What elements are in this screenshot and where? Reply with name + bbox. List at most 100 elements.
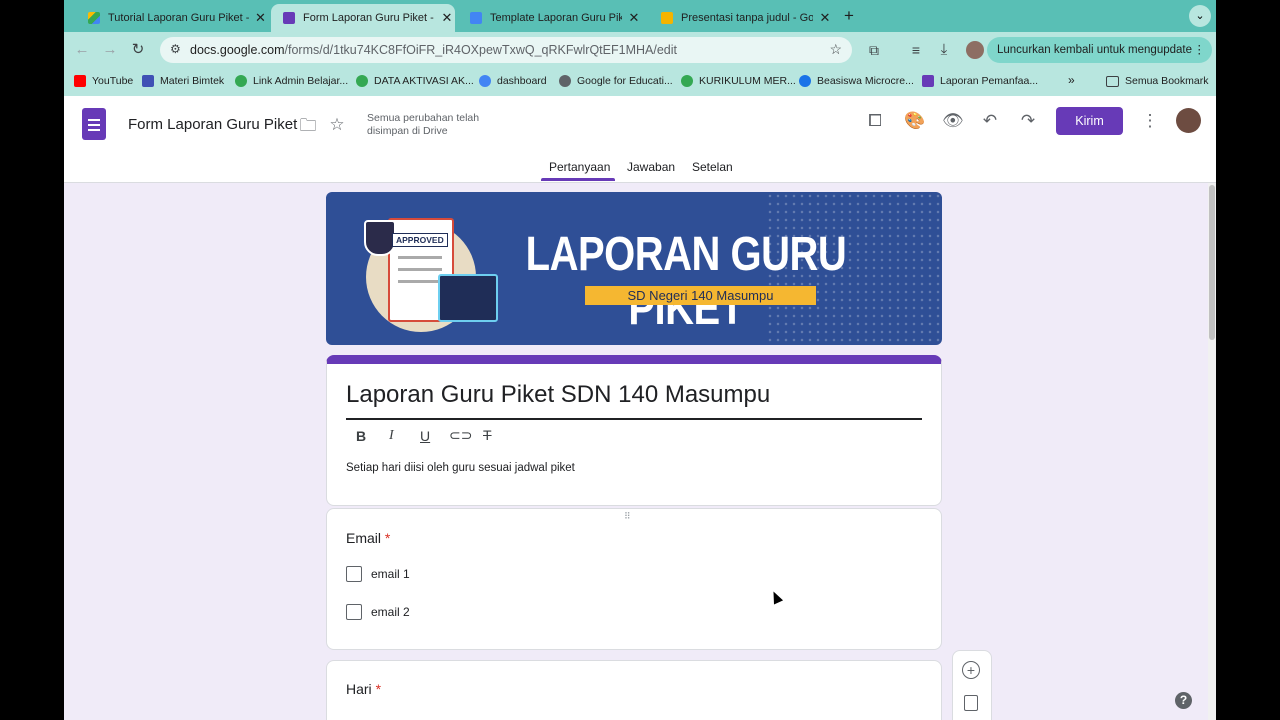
preview-eye-icon[interactable]: 👁 xyxy=(942,111,964,131)
star-icon[interactable]: ☆ xyxy=(327,115,347,135)
browser-tab-tutorial[interactable]: Tutorial Laporan Guru Piket - ✕ xyxy=(76,4,268,32)
help-icon[interactable]: ? xyxy=(1175,692,1192,709)
bookmarks-bar: YouTube Materi Bimtek Link Admin Belajar… xyxy=(64,68,1216,96)
bookmark-icon xyxy=(479,75,491,87)
forms-logo-icon[interactable] xyxy=(82,108,106,140)
underline-icon[interactable]: U xyxy=(420,428,430,444)
palette-icon[interactable]: 🎨 xyxy=(904,111,925,131)
tab-jawaban[interactable]: Jawaban xyxy=(627,160,675,174)
bold-icon[interactable]: B xyxy=(356,428,366,444)
italic-icon[interactable]: I xyxy=(389,428,394,444)
scrollbar-thumb[interactable] xyxy=(1209,185,1215,340)
site-info-icon[interactable]: ⚙ xyxy=(170,42,181,56)
bookmark-materi[interactable]: Materi Bimtek xyxy=(142,75,224,87)
option-label: email 1 xyxy=(371,567,410,581)
browser-tab-template[interactable]: Template Laporan Guru Piket ✕ xyxy=(458,4,644,32)
bookmark-beasiswa[interactable]: Beasiswa Microcre... xyxy=(799,75,914,87)
question-card-hari[interactable]: Hari * xyxy=(326,660,942,720)
close-tab-icon[interactable]: ✕ xyxy=(626,10,642,26)
checkbox[interactable] xyxy=(346,604,362,620)
form-title-input[interactable]: Laporan Guru Piket SDN 140 Masumpu xyxy=(346,381,922,420)
banner-heading: LAPORAN GURU PIKET xyxy=(525,228,847,335)
back-icon[interactable]: ← xyxy=(72,40,92,60)
clear-format-icon[interactable]: T xyxy=(483,427,492,443)
url-host: docs.google.com xyxy=(190,43,285,57)
drag-handle-icon[interactable]: ⠿ xyxy=(624,511,632,522)
redo-icon[interactable]: ↷ xyxy=(1018,111,1038,131)
add-question-icon[interactable]: + xyxy=(962,661,980,679)
form-description[interactable]: Setiap hari diisi oleh guru sesuai jadwa… xyxy=(346,462,575,474)
tab-strip: Tutorial Laporan Guru Piket - ✕ Form Lap… xyxy=(64,0,1216,32)
forms-icon xyxy=(283,12,295,24)
question-title: Email xyxy=(346,530,382,546)
required-mark: * xyxy=(384,530,391,546)
banner-subheading: SD Negeri 140 Masumpu xyxy=(585,286,816,305)
tab-setelan[interactable]: Setelan xyxy=(692,160,733,174)
undo-icon[interactable]: ↶ xyxy=(980,111,1000,131)
active-tab-indicator xyxy=(541,178,615,181)
youtube-icon xyxy=(74,75,86,87)
close-tab-icon[interactable]: ✕ xyxy=(253,10,268,26)
tab-search-icon[interactable]: ⌄ xyxy=(1189,5,1211,27)
download-icon[interactable]: ⤓ xyxy=(934,40,954,60)
profile-avatar[interactable] xyxy=(966,41,984,59)
monitor-illustration xyxy=(438,274,498,322)
bookmark-icon xyxy=(356,75,368,87)
approved-stamp: APPROVED xyxy=(392,233,448,247)
extensions-icon[interactable]: ⧉ xyxy=(864,40,884,60)
floating-toolbar: + xyxy=(952,650,992,720)
toolbar: ← → ↻ ⚙ docs.google.com/forms/d/1tku74KC… xyxy=(64,32,1216,68)
browser-window: Tutorial Laporan Guru Piket - ✕ Form Lap… xyxy=(64,0,1216,720)
folder-icon xyxy=(1106,75,1119,87)
scrollbar-track[interactable] xyxy=(1208,183,1216,720)
url-path: /forms/d/1tku74KC8FfOiFR_iR4OXpewTxwQ_qR… xyxy=(284,43,677,57)
globe-icon xyxy=(559,75,571,87)
browser-tab-presentasi[interactable]: Presentasi tanpa judul - Goog ✕ xyxy=(649,4,835,32)
bookmark-laporan[interactable]: Laporan Pemanfaa... xyxy=(922,75,1038,87)
bookmark-youtube[interactable]: YouTube xyxy=(74,75,133,87)
bookmark-icon xyxy=(235,75,247,87)
forms-header: Form Laporan Guru Piket 🗀 ☆ Semua peruba… xyxy=(64,96,1216,183)
bookmark-star-icon[interactable]: ☆ xyxy=(829,41,842,58)
bookmark-data-aktivasi[interactable]: DATA AKTIVASI AK... xyxy=(356,75,474,87)
more-bookmarks-icon[interactable]: » xyxy=(1068,73,1075,87)
more-vert-icon[interactable]: ⋮ xyxy=(1140,111,1160,131)
bookmark-icon xyxy=(799,75,811,87)
bookmark-link-admin[interactable]: Link Admin Belajar... xyxy=(235,75,348,87)
bookmark-dashboard[interactable]: dashboard xyxy=(479,75,547,87)
save-status: Semua perubahan telah disimpan di Drive xyxy=(367,112,480,137)
docs-icon xyxy=(470,12,482,24)
slides-icon xyxy=(661,12,673,24)
close-tab-icon[interactable]: ✕ xyxy=(817,10,833,26)
bookmark-icon xyxy=(142,75,154,87)
folder-icon[interactable]: 🗀 xyxy=(298,116,318,136)
account-avatar[interactable] xyxy=(1176,108,1201,133)
bookmark-icon xyxy=(922,75,934,87)
bookmark-google-edu[interactable]: Google for Educati... xyxy=(559,75,673,87)
addon-icon[interactable]: ⧠ xyxy=(865,111,885,131)
address-bar[interactable]: ⚙ docs.google.com/forms/d/1tku74KC8FfOiF… xyxy=(160,37,852,63)
media-icon[interactable]: ≡ xyxy=(906,40,926,60)
header-banner-image: APPROVED LAPORAN GURU PIKET SD Negeri 14… xyxy=(326,192,942,345)
question-title: Hari xyxy=(346,681,372,697)
bookmark-kurikulum[interactable]: KURIKULUM MER... xyxy=(681,75,796,87)
option-row[interactable]: email 1 xyxy=(346,566,410,582)
form-title-card[interactable]: Laporan Guru Piket SDN 140 Masumpu B I U… xyxy=(326,355,942,506)
option-label: email 2 xyxy=(371,605,410,619)
reload-icon[interactable]: ↻ xyxy=(128,40,148,60)
new-tab-icon[interactable]: + xyxy=(844,6,854,26)
browser-tab-form[interactable]: Form Laporan Guru Piket - Go ✕ xyxy=(271,4,455,32)
update-button[interactable]: Luncurkan kembali untuk mengupdate ⋮ xyxy=(987,37,1212,63)
document-title[interactable]: Form Laporan Guru Piket xyxy=(128,116,297,133)
tab-pertanyaan[interactable]: Pertanyaan xyxy=(549,160,610,174)
close-tab-icon[interactable]: ✕ xyxy=(439,10,455,26)
forward-icon[interactable]: → xyxy=(100,40,120,60)
import-questions-icon[interactable] xyxy=(964,695,978,711)
more-vert-icon: ⋮ xyxy=(1193,44,1206,56)
send-button[interactable]: Kirim xyxy=(1056,107,1123,135)
all-bookmarks[interactable]: Semua Bookmark xyxy=(1106,75,1208,87)
checkbox[interactable] xyxy=(346,566,362,582)
link-icon[interactable]: ⊂⊃ xyxy=(449,427,472,444)
option-row[interactable]: email 2 xyxy=(346,604,410,620)
question-card-email[interactable]: ⠿ Email * email 1 email 2 xyxy=(326,508,942,650)
